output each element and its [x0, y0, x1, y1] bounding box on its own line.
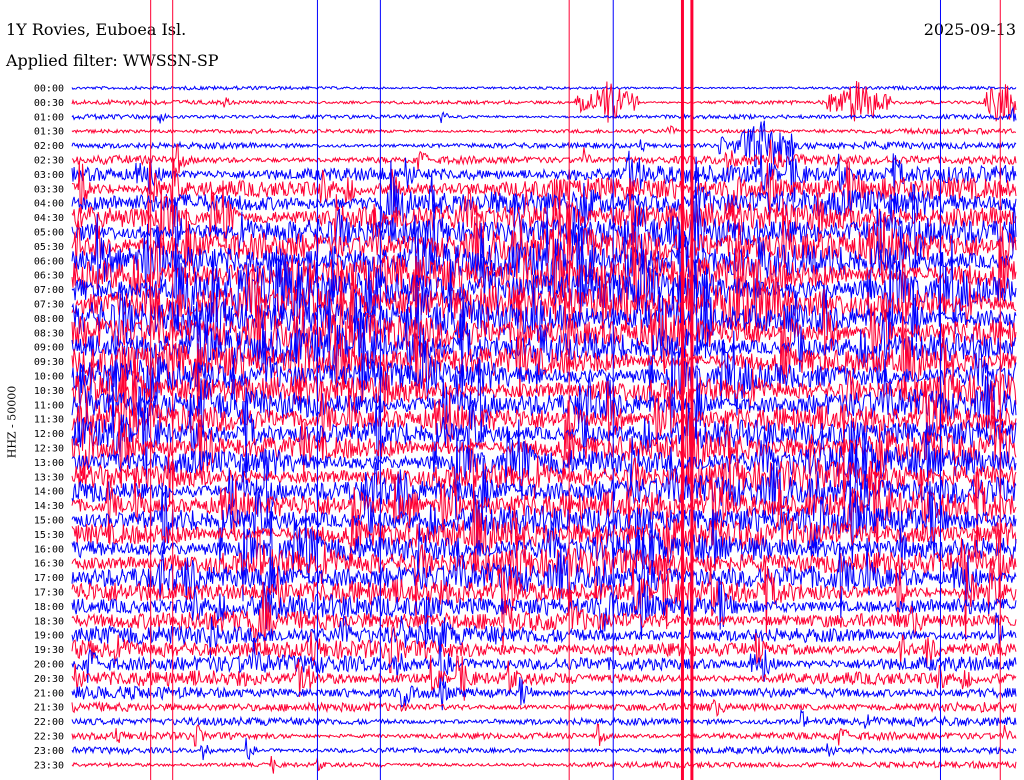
- row-label: 06:30: [34, 271, 64, 282]
- row-label: 01:30: [34, 127, 64, 138]
- trace-row: [71, 708, 1017, 729]
- row-label: 17:30: [34, 588, 64, 599]
- row-label: 16:30: [34, 559, 64, 570]
- row-label: 05:30: [34, 242, 64, 253]
- row-label: 11:30: [34, 415, 64, 426]
- trace-row: [71, 84, 1017, 91]
- trace-group: [71, 0, 1017, 780]
- trace-row: [71, 756, 1017, 774]
- row-label: 20:00: [34, 660, 64, 671]
- row-label: 22:00: [34, 717, 64, 728]
- row-label: 06:00: [34, 256, 64, 267]
- row-label: 14:30: [34, 501, 64, 512]
- row-label: 23:30: [34, 760, 64, 771]
- row-label: 04:00: [34, 199, 64, 210]
- row-label: 19:00: [34, 631, 64, 642]
- row-label: 13:30: [34, 472, 64, 483]
- row-label: 19:30: [34, 645, 64, 656]
- row-label: 02:30: [34, 156, 64, 167]
- row-label: 18:30: [34, 616, 64, 627]
- row-label: 11:00: [34, 400, 64, 411]
- row-label: 03:00: [34, 170, 64, 181]
- trace-row: [71, 120, 1017, 168]
- row-label: 02:00: [34, 141, 64, 152]
- row-label: 00:30: [34, 98, 64, 109]
- row-label: 21:30: [34, 703, 64, 714]
- helicorder-plot: 00:00 00:30 01:00 01:30 02:00 02:30 03:00 03:30…: [34, 0, 1017, 780]
- trace-row: [71, 106, 1017, 124]
- row-label: 01:00: [34, 112, 64, 123]
- row-label: 04:30: [34, 213, 64, 224]
- row-label: 05:00: [34, 228, 64, 239]
- row-label: 13:00: [34, 458, 64, 469]
- row-label: 09:30: [34, 357, 64, 368]
- row-label: 03:30: [34, 184, 64, 195]
- row-label: 12:00: [34, 429, 64, 440]
- row-label: 10:30: [34, 386, 64, 397]
- row-label: 00:00: [34, 84, 64, 95]
- row-label: 18:00: [34, 602, 64, 613]
- trace-row: [71, 723, 1017, 747]
- row-label: 09:00: [34, 343, 64, 354]
- row-label: 15:00: [34, 516, 64, 527]
- row-label: 07:30: [34, 300, 64, 311]
- row-label: 08:30: [34, 328, 64, 339]
- row-label: 16:00: [34, 544, 64, 555]
- row-label: 14:00: [34, 487, 64, 498]
- row-tick-labels: 00:00 00:30 01:00 01:30 02:00 02:30 03:00 03:30…: [34, 84, 64, 772]
- row-label: 10:00: [34, 372, 64, 383]
- trace-row: [71, 698, 1017, 717]
- row-label: 20:30: [34, 674, 64, 685]
- trace-row: [71, 125, 1016, 136]
- row-label: 17:00: [34, 573, 64, 584]
- row-label: 23:00: [34, 746, 64, 757]
- row-label: 21:00: [34, 688, 64, 699]
- row-label: 22:30: [34, 732, 64, 743]
- row-label: 12:30: [34, 444, 64, 455]
- row-label: 07:00: [34, 285, 64, 296]
- row-label: 08:00: [34, 314, 64, 325]
- row-label: 15:30: [34, 530, 64, 541]
- trace-row: [71, 737, 1017, 761]
